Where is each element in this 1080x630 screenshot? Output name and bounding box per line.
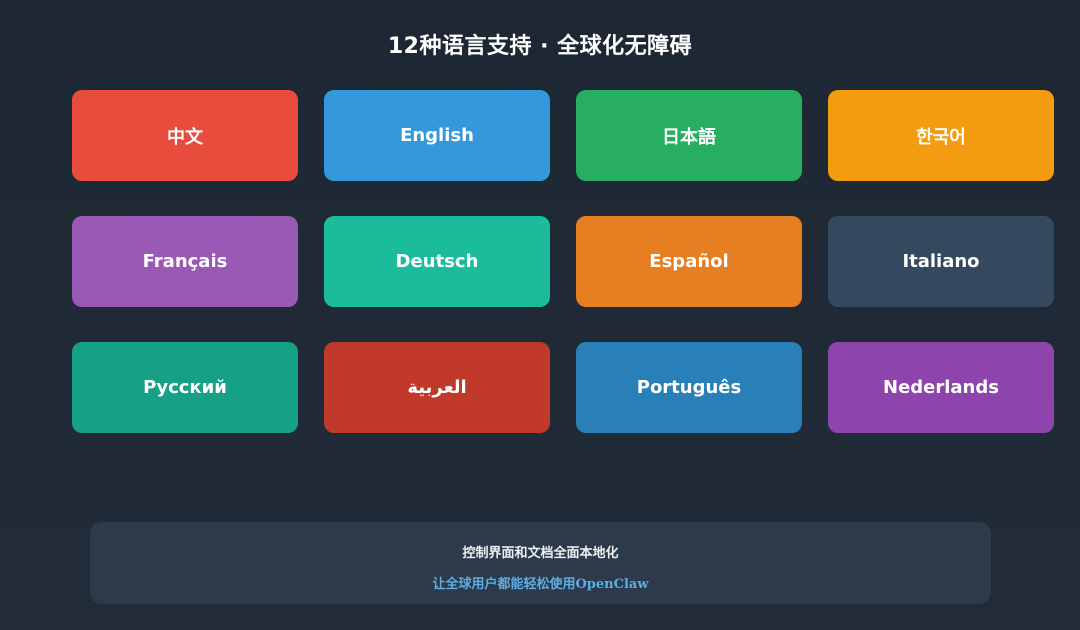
language-card-italian[interactable]: Italiano bbox=[828, 216, 1054, 307]
language-card-japanese[interactable]: 日本語 bbox=[576, 90, 802, 181]
language-card-dutch[interactable]: Nederlands bbox=[828, 342, 1054, 433]
localization-tagline: 让全球用户都能轻松使用OpenClaw bbox=[432, 577, 649, 592]
language-card-spanish[interactable]: Español bbox=[576, 216, 802, 307]
language-card-russian[interactable]: Русский bbox=[72, 342, 298, 433]
language-card-french[interactable]: Français bbox=[72, 216, 298, 307]
localization-info-panel: 控制界面和文档全面本地化 让全球用户都能轻松使用OpenClaw bbox=[90, 522, 991, 604]
language-grid: 中文 English 日本語 한국어 Français Deutsch Espa… bbox=[72, 90, 1054, 433]
page-title: 12种语言支持 · 全球化无障碍 bbox=[387, 34, 693, 59]
language-card-portuguese[interactable]: Português bbox=[576, 342, 802, 433]
language-card-korean[interactable]: 한국어 bbox=[828, 90, 1054, 181]
language-card-arabic[interactable]: العربية bbox=[324, 342, 550, 433]
language-card-english[interactable]: English bbox=[324, 90, 550, 181]
language-card-german[interactable]: Deutsch bbox=[324, 216, 550, 307]
localization-description: 控制界面和文档全面本地化 bbox=[462, 546, 619, 561]
language-card-chinese[interactable]: 中文 bbox=[72, 90, 298, 181]
